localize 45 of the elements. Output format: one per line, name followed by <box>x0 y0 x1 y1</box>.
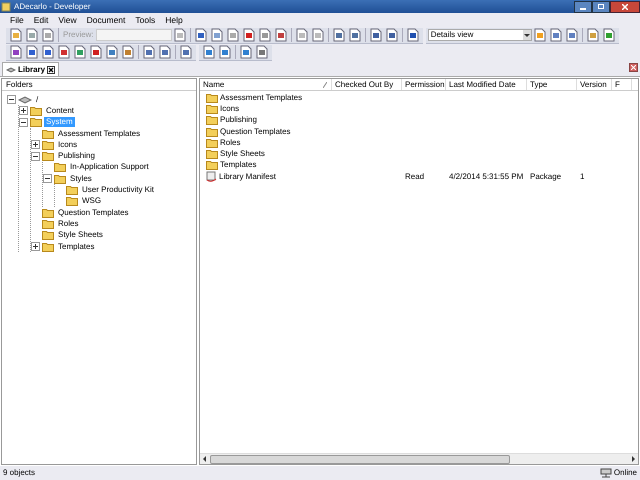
file-name[interactable]: Assessment Templates <box>220 92 302 104</box>
file-name[interactable]: Icons <box>220 102 240 115</box>
menu-item[interactable]: View <box>54 14 81 26</box>
file-name[interactable]: Library Manifest <box>219 170 276 183</box>
table-cell: Package <box>530 172 562 181</box>
tree-item[interactable]: Publishing <box>56 151 97 162</box>
column-header[interactable]: Name <box>200 79 332 90</box>
library-tab[interactable]: Library <box>2 62 60 76</box>
tree-item[interactable]: Styles <box>68 174 94 184</box>
tree-item[interactable]: WSG <box>80 196 104 206</box>
column-header[interactable]: Last Modified Date <box>446 79 527 90</box>
menu-item[interactable]: Tools <box>131 14 160 26</box>
table-cell: 4/2/2014 5:31:55 PM <box>449 172 524 181</box>
table-cell: Read <box>405 172 424 181</box>
tree-item[interactable]: In-Application Support <box>68 162 151 172</box>
menu-item[interactable]: Edit <box>30 14 52 26</box>
tree-item[interactable]: Question Templates <box>56 208 131 218</box>
view-dropdown[interactable]: Details view <box>428 29 532 41</box>
table-cell: 1 <box>580 172 584 181</box>
tree-item[interactable]: User Productivity Kit <box>80 185 156 196</box>
column-header[interactable]: F <box>612 79 632 90</box>
tree-item[interactable]: / <box>34 94 40 105</box>
tree-item[interactable]: Assessment Templates <box>56 128 142 139</box>
status-text: 9 objects <box>3 467 36 479</box>
column-header[interactable]: Version <box>577 79 612 90</box>
tree-item[interactable]: Roles <box>56 218 80 229</box>
column-header[interactable]: Permission <box>402 79 446 90</box>
file-name[interactable]: Templates <box>220 159 256 172</box>
column-header[interactable]: Checked Out By <box>332 79 402 90</box>
tree-item[interactable]: Icons <box>56 140 80 150</box>
tree-item[interactable]: Style Sheets <box>56 230 105 240</box>
menu-item[interactable]: Help <box>161 14 187 26</box>
status-text: Online <box>614 467 637 479</box>
tree-item[interactable]: Content <box>44 106 76 116</box>
column-header: Folders <box>2 79 196 91</box>
file-name[interactable]: Roles <box>220 136 240 149</box>
preview-label: Preview: <box>62 29 95 41</box>
file-name[interactable]: Question Templates <box>220 126 291 138</box>
column-header[interactable]: Type <box>527 79 577 90</box>
file-name[interactable]: Style Sheets <box>220 148 265 160</box>
menu-item[interactable]: Document <box>82 14 130 26</box>
window-title: ADecarlo - Developer <box>14 0 90 12</box>
menu-item[interactable]: File <box>6 14 28 26</box>
tree-item[interactable]: Templates <box>56 242 96 252</box>
file-name[interactable]: Publishing <box>220 114 257 126</box>
